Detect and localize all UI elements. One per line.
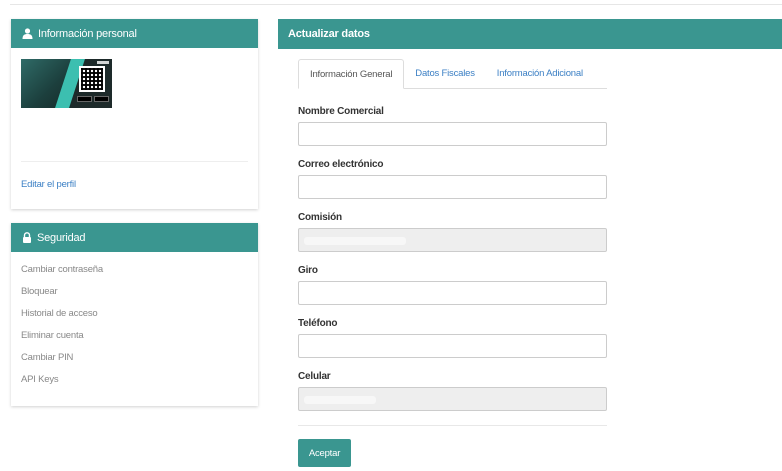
commission-input [298,228,607,252]
update-data-title: Actualizar datos [288,28,370,40]
security-item-change-password[interactable]: Cambiar contraseña [21,264,103,286]
business-type-label: Giro [298,265,318,276]
personal-info-header: Información personal [11,19,258,48]
mobile-label: Celular [298,371,331,382]
redacted-value [304,237,406,245]
qr-code-icon [79,66,105,92]
email-input[interactable] [298,175,607,199]
form-divider [298,425,607,426]
top-divider [10,4,782,5]
personal-divider [21,161,248,162]
security-menu: Cambiar contraseña Bloquear Historial de… [21,264,103,396]
accept-button[interactable]: Aceptar [298,439,351,467]
security-title: Seguridad [37,231,86,244]
update-data-header: Actualizar datos [278,19,782,49]
update-data-panel: Actualizar datos [278,19,782,49]
tab-general-info[interactable]: Información General [298,59,405,89]
personal-info-title: Información personal [38,27,137,40]
business-type-input[interactable] [298,281,607,305]
redacted-value [304,396,376,404]
security-item-change-pin[interactable]: Cambiar PIN [21,352,103,374]
tab-fiscal-data[interactable]: Datos Fiscales [404,59,486,89]
edit-profile-link[interactable]: Editar el perfil [21,179,76,190]
lock-icon [22,232,32,243]
form-tabs: Información General Datos Fiscales Infor… [298,59,607,89]
trade-name-input[interactable] [298,122,607,146]
security-item-lock[interactable]: Bloquear [21,286,103,308]
user-icon [22,28,33,39]
commission-label: Comisión [298,212,342,223]
phone-input[interactable] [298,334,607,358]
security-panel: Seguridad Cambiar contraseña Bloquear Hi… [11,223,258,406]
security-header: Seguridad [11,223,258,252]
security-item-access-history[interactable]: Historial de acceso [21,308,103,330]
security-item-delete-account[interactable]: Eliminar cuenta [21,330,103,352]
email-label: Correo electrónico [298,159,384,170]
profile-card-image [21,59,112,108]
security-item-api-keys[interactable]: API Keys [21,374,103,396]
mobile-input [298,387,607,411]
personal-info-panel: Información personal Editar el perfil [11,19,258,209]
tab-additional-info[interactable]: Información Adicional [486,59,594,89]
phone-label: Teléfono [298,318,338,329]
trade-name-label: Nombre Comercial [298,106,384,117]
